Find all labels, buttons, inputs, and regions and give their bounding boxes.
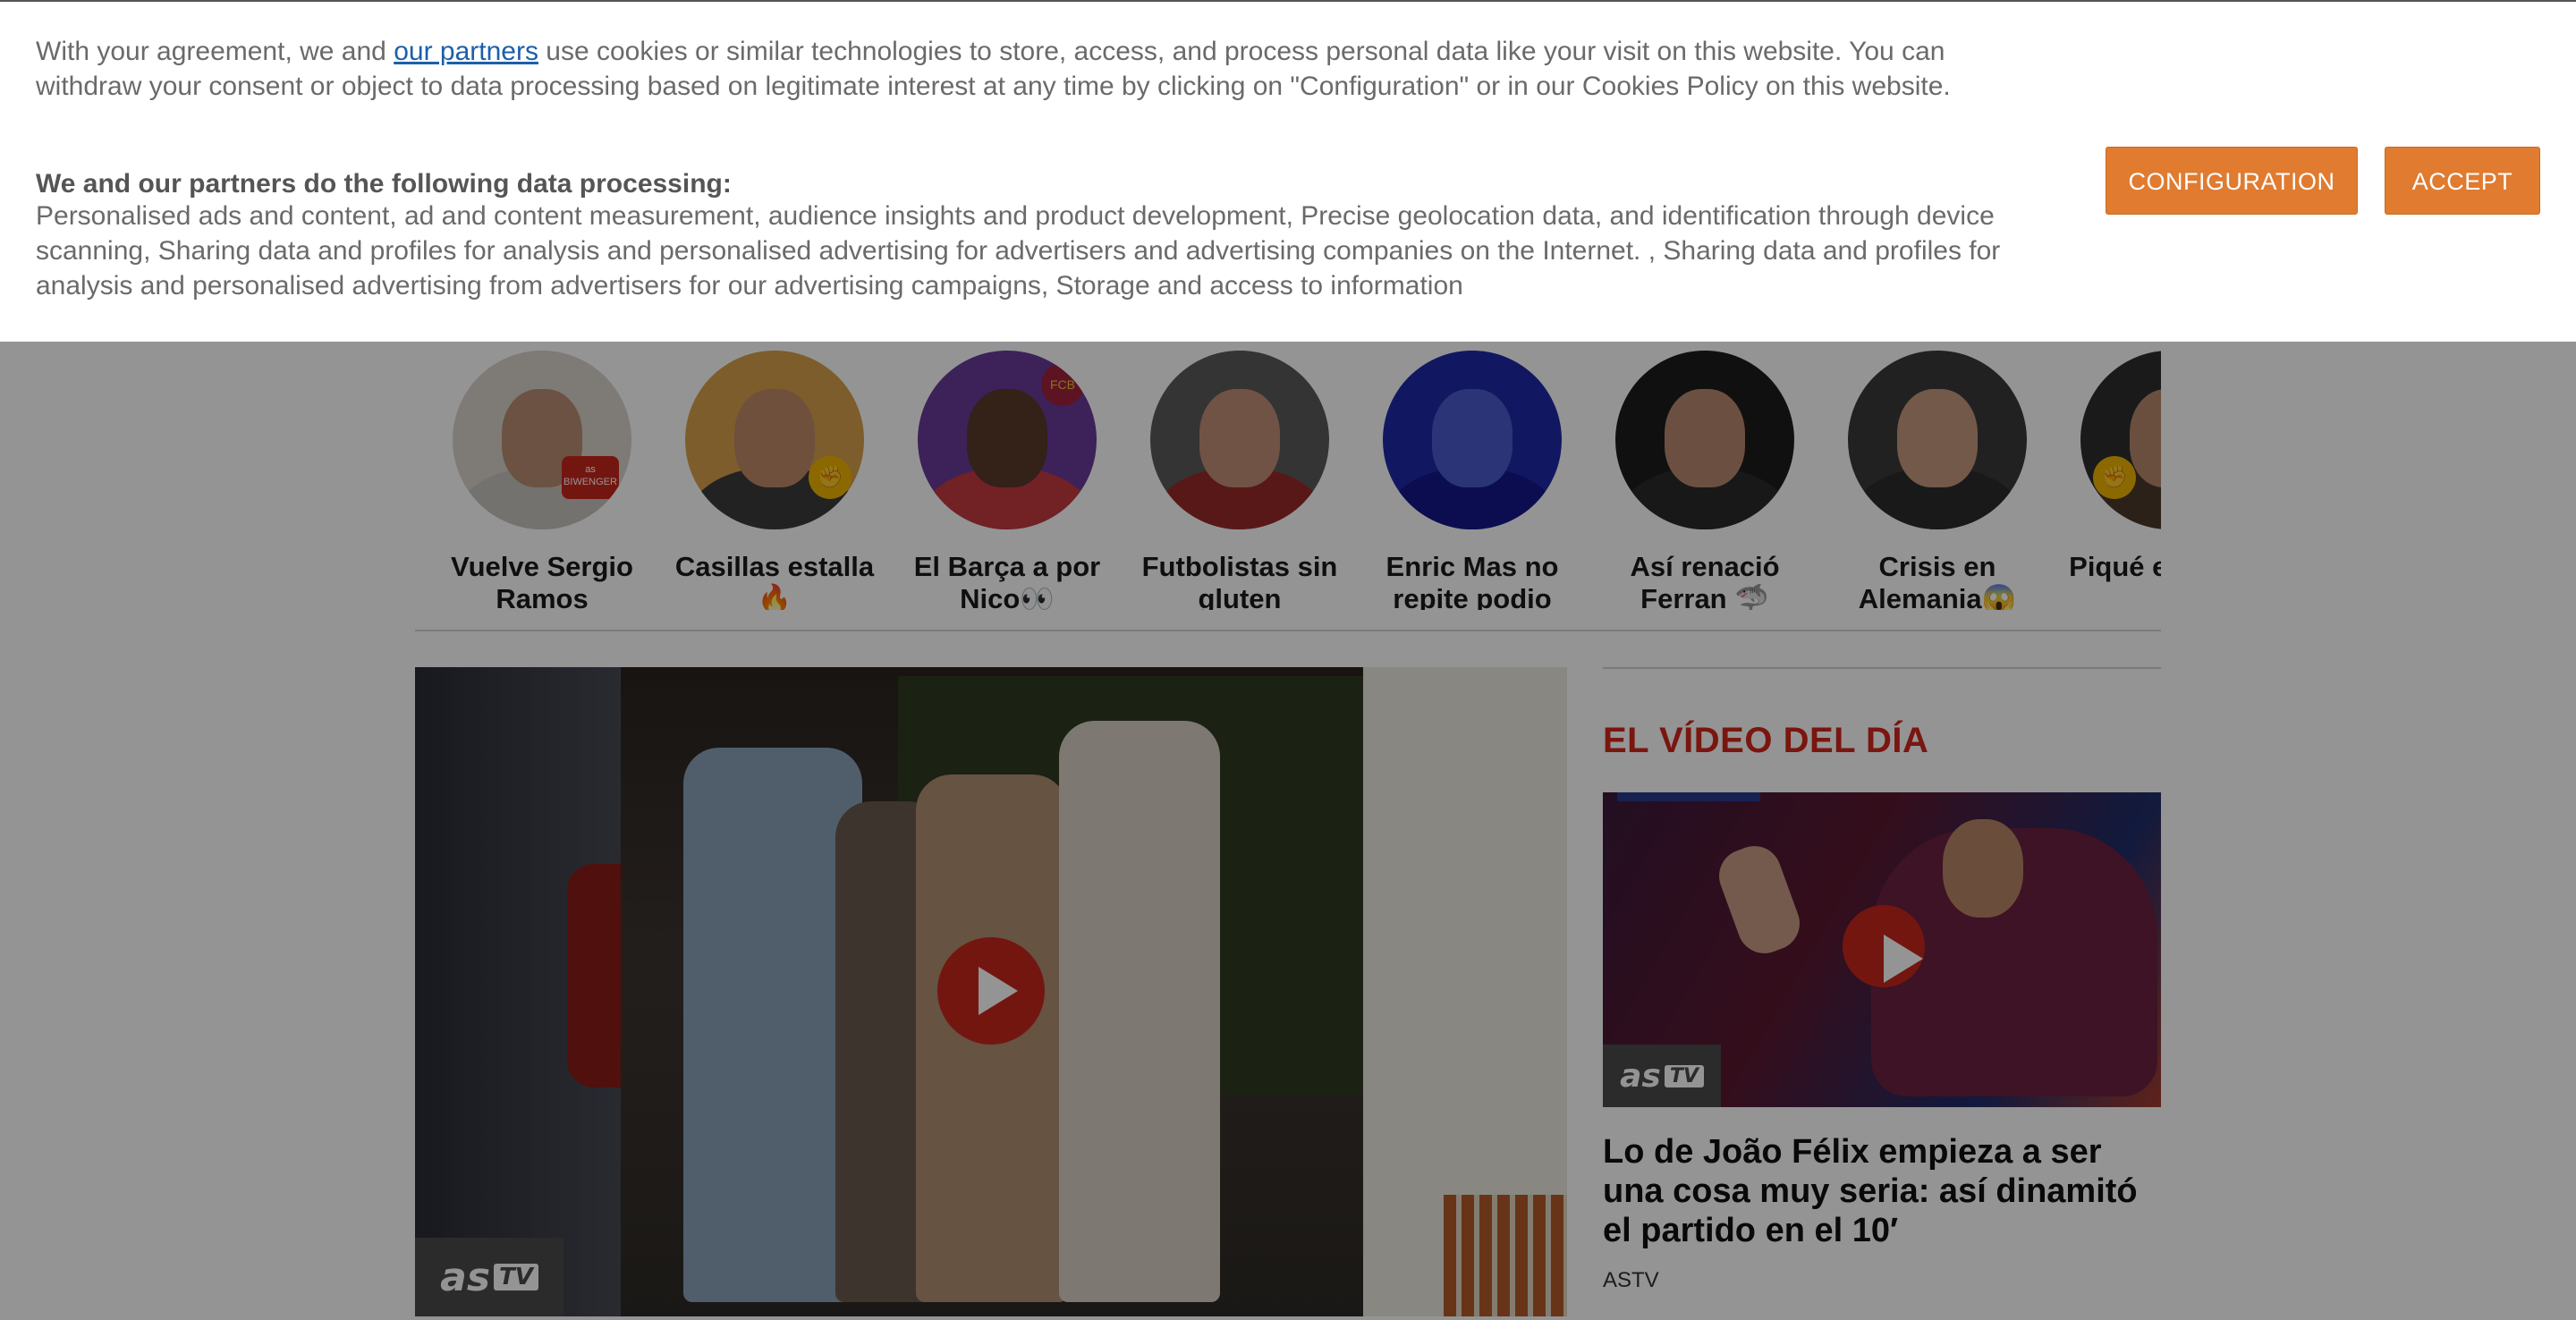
processing-heading: We and our partners do the following dat…	[36, 169, 732, 199]
processing-purposes-text: Personalised ads and content, ad and con…	[36, 201, 2001, 300]
configuration-button[interactable]: Configuration	[2106, 147, 2358, 215]
consent-intro-text: With your agreement, we and our partners…	[36, 37, 1951, 101]
partners-link[interactable]: our partners	[394, 37, 538, 66]
cookie-consent-banner: With your agreement, we and our partners…	[0, 0, 2576, 342]
accept-button[interactable]: Accept	[2385, 147, 2540, 215]
modal-backdrop	[0, 342, 2576, 1320]
